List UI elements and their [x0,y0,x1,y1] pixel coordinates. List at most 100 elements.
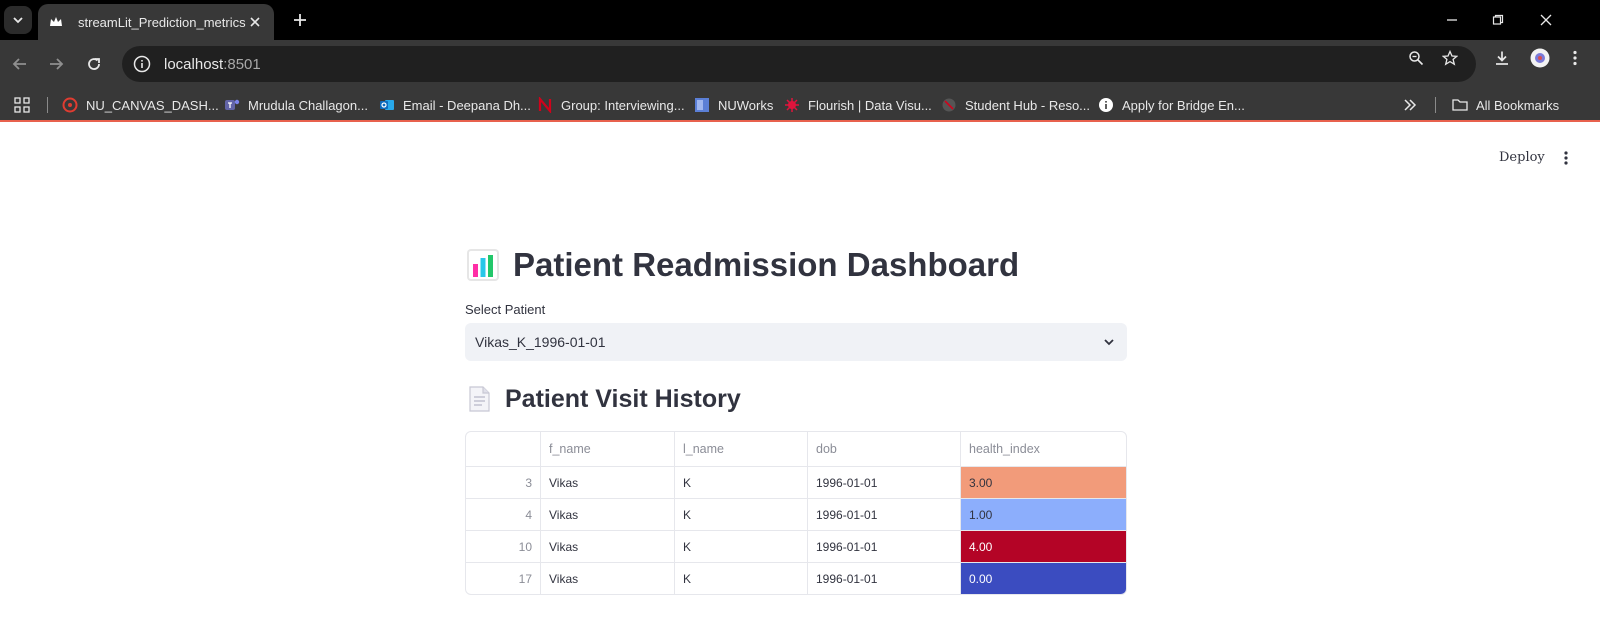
new-tab-button[interactable] [288,8,312,32]
bookmark-star-button[interactable] [1440,48,1460,68]
reload-button[interactable] [82,52,106,76]
cell-l-name[interactable]: K [674,499,807,530]
cell-f-name[interactable]: Vikas [540,531,674,562]
cell-health-index[interactable]: 1.00 [960,499,1126,530]
forward-button[interactable] [44,52,68,76]
bookmark-item[interactable]: NUWorks [694,95,773,115]
n-logo-icon [538,97,552,113]
patient-select-value: Vikas_K_1996-01-01 [475,334,606,350]
apps-button[interactable] [14,95,30,115]
visit-history-table[interactable]: f_name l_name dob health_index 3 Vikas K… [465,431,1127,595]
site-info-icon[interactable] [132,54,152,74]
row-index: 10 [518,539,532,554]
cell-dob[interactable]: 1996-01-01 [807,467,960,498]
main-content: Patient Readmission Dashboard Select Pat… [465,240,1127,595]
close-window-button[interactable] [1534,8,1558,32]
cell-dob[interactable]: 1996-01-01 [807,563,960,594]
row-index: 4 [525,507,532,522]
url-port: :8501 [223,55,261,73]
page-title: Patient Readmission Dashboard [465,240,1127,290]
url-host: localhost [164,55,224,73]
column-header[interactable]: health_index [960,432,1126,466]
table-row[interactable]: 17 Vikas K 1996-01-01 0.00 [466,562,1126,594]
back-button[interactable] [8,52,32,76]
browser-menu-button[interactable] [1565,48,1585,68]
bookmark-item[interactable]: Student Hub - Reso... [941,95,1090,115]
studenthub-icon [942,98,956,112]
column-header[interactable]: l_name [674,432,807,466]
bookmark-item[interactable]: Mrudula Challagon... [224,95,368,115]
arrow-left-icon [12,58,26,70]
cell-l-name[interactable]: K [674,563,807,594]
plus-icon [294,14,306,26]
flourish-icon [785,98,799,112]
info-circle-icon [1099,98,1113,112]
close-icon [1540,14,1552,26]
row-index: 3 [525,475,532,490]
row-index: 17 [518,571,532,586]
bookmark-item[interactable]: Flourish | Data Visu... [784,95,932,115]
bar-chart-icon [467,249,499,281]
address-bar[interactable]: localhost:8501 [122,46,1476,82]
folder-icon [1452,99,1468,111]
restore-button[interactable] [1486,8,1510,32]
streamlit-crown-icon [50,17,62,26]
cell-l-name[interactable]: K [674,531,807,562]
section-heading: Patient Visit History [465,379,1127,419]
download-icon [1496,51,1508,65]
bookmark-item[interactable]: Email - Deepana Dh... [379,95,531,115]
chevron-down-icon [13,17,23,24]
cell-f-name[interactable]: Vikas [540,467,674,498]
column-header[interactable]: f_name [540,432,674,466]
nuworks-icon [695,98,709,112]
browser-tab-bar: streamLit_Prediction_metrics [0,0,1600,40]
url-text: localhost:8501 [164,56,261,73]
cell-l-name[interactable]: K [674,467,807,498]
tab-close-button[interactable] [246,13,264,31]
zoom-button[interactable] [1406,48,1426,68]
patient-select[interactable]: Vikas_K_1996-01-01 [465,323,1127,361]
restore-icon [1492,14,1504,25]
star-icon [1442,50,1458,66]
bookmarks-divider [47,97,48,113]
apps-grid-icon [14,97,30,113]
cell-health-index[interactable]: 0.00 [960,563,1126,594]
minimize-button[interactable] [1440,8,1464,32]
bookmark-item[interactable]: Apply for Bridge En... [1098,95,1245,115]
profile-button[interactable] [1530,48,1550,68]
table-row[interactable]: 10 Vikas K 1996-01-01 4.00 [466,530,1126,562]
downloads-button[interactable] [1492,48,1512,68]
app-menu-button[interactable] [1556,148,1576,168]
cell-health-index[interactable]: 4.00 [960,531,1126,562]
all-bookmarks-button[interactable]: All Bookmarks [1452,95,1559,115]
tab-title: streamLit_Prediction_metrics [78,14,246,30]
kebab-menu-icon [1564,151,1568,165]
bookmarks-bar: NU_CANVAS_DASH... Mrudula Challagon... E… [0,88,1600,122]
document-icon [469,386,490,412]
cell-f-name[interactable]: Vikas [540,563,674,594]
cell-dob[interactable]: 1996-01-01 [807,499,960,530]
table-row[interactable]: 3 Vikas K 1996-01-01 3.00 [466,466,1126,498]
column-header[interactable]: dob [807,432,960,466]
minimize-icon [1447,19,1457,21]
column-header[interactable] [466,432,540,466]
select-patient-label: Select Patient [465,302,546,317]
bookmarks-divider [1435,97,1436,113]
browser-tab-active[interactable]: streamLit_Prediction_metrics [38,4,274,40]
tab-search-button[interactable] [4,6,32,34]
reload-icon [88,58,100,70]
kebab-menu-icon [1573,50,1577,66]
arrow-right-icon [50,58,64,70]
cell-f-name[interactable]: Vikas [540,499,674,530]
bookmark-item[interactable]: Group: Interviewing... [537,95,685,115]
section-heading-text: Patient Visit History [505,384,741,413]
cell-dob[interactable]: 1996-01-01 [807,531,960,562]
more-bookmarks-button[interactable] [1403,95,1417,115]
deploy-button[interactable]: Deploy [1499,150,1545,165]
avatar [1530,48,1550,68]
browser-toolbar: localhost:8501 [0,40,1600,88]
bookmark-item[interactable]: NU_CANVAS_DASH... [62,95,219,115]
table-row[interactable]: 4 Vikas K 1996-01-01 1.00 [466,498,1126,530]
cell-health-index[interactable]: 3.00 [960,467,1126,498]
canvas-icon [62,97,78,113]
